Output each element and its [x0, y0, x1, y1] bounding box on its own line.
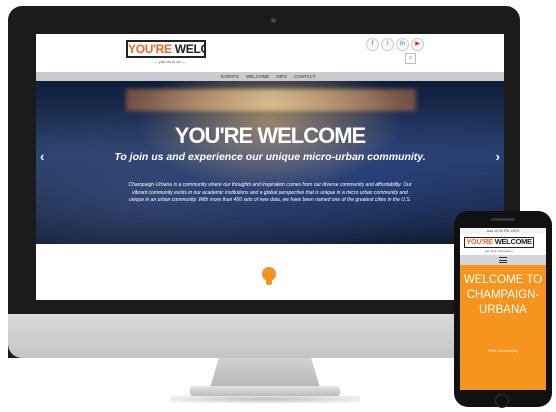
twitter-icon[interactable]: t	[381, 38, 394, 51]
search-icon[interactable]: ⌕	[405, 53, 416, 64]
facebook-icon[interactable]: f	[366, 38, 379, 51]
mobile-welcome-heading: WELCOME TO CHAMPAIGN- URBANA	[460, 273, 546, 318]
hero-body-text: Champaign-Urbana is a community where ou…	[128, 182, 412, 203]
hero-carousel: YOU'RE WELCOME To join us and experience…	[36, 81, 504, 244]
hero-subtitle: To join us and experience our unique mic…	[114, 151, 426, 163]
nav-item-contact[interactable]: Contact	[294, 72, 315, 81]
webcam	[271, 18, 276, 23]
mobile-logo-word-2: WELCOME	[494, 237, 532, 246]
site-logo[interactable]: YOU'RE WELCOME	[126, 40, 206, 58]
desktop-screen: YOU'RE WELCOME — join us in ca — f t in …	[36, 34, 504, 300]
lightbulb-icon	[262, 267, 276, 285]
site-header: YOU'RE WELCOME — join us in ca — f t in …	[36, 34, 504, 70]
phone-screen: ●●● 12:34 PM 100% YOU'RE WELCOME join us…	[460, 228, 546, 390]
nav-item-events[interactable]: Events	[221, 72, 239, 81]
monitor-shadow	[170, 395, 360, 403]
logo-word-2: WELCOME	[174, 42, 204, 56]
carousel-prev-icon[interactable]: ‹	[40, 149, 44, 164]
content-section	[36, 244, 504, 300]
hamburger-menu-icon[interactable]	[499, 257, 507, 263]
hero-title: YOU'RE WELCOME	[174, 123, 366, 148]
hero-image-lights	[126, 89, 416, 111]
welcome-line-1: WELCOME TO	[463, 274, 543, 286]
carousel-next-icon[interactable]: ›	[496, 149, 500, 164]
phone-speaker	[491, 218, 515, 221]
social-links: f t in ▶	[366, 38, 424, 51]
mobile-tagline: join us in champaign	[485, 249, 513, 253]
phone-status-bar: ●●● 12:34 PM 100%	[460, 228, 546, 234]
mobile-logo-word-1: YOU'RE	[466, 237, 493, 246]
logo-word-1: YOU'RE	[128, 42, 172, 56]
mobile-phone: ●●● 12:34 PM 100% YOU'RE WELCOME join us…	[454, 211, 552, 408]
nav-item-welcome[interactable]: Welcome	[246, 72, 269, 81]
welcome-line-3: URBANA	[479, 304, 527, 316]
phone-home-button[interactable]	[495, 394, 509, 408]
main-nav: Events Welcome Info Contact	[36, 72, 504, 81]
linkedin-icon[interactable]: in	[396, 38, 409, 51]
mobile-site-logo[interactable]: YOU'RE WELCOME	[464, 237, 534, 248]
monitor-stand-foot	[190, 386, 340, 396]
monitor-chin	[8, 314, 520, 358]
site-tagline: — join us in ca —	[154, 59, 186, 64]
youtube-icon[interactable]: ▶	[411, 38, 424, 51]
nav-item-info[interactable]: Info	[276, 72, 287, 81]
monitor-stand-neck	[210, 358, 320, 388]
mobile-welcome-sub: Rich Community	[488, 348, 518, 353]
welcome-line-2: CHAMPAIGN-	[466, 289, 540, 301]
